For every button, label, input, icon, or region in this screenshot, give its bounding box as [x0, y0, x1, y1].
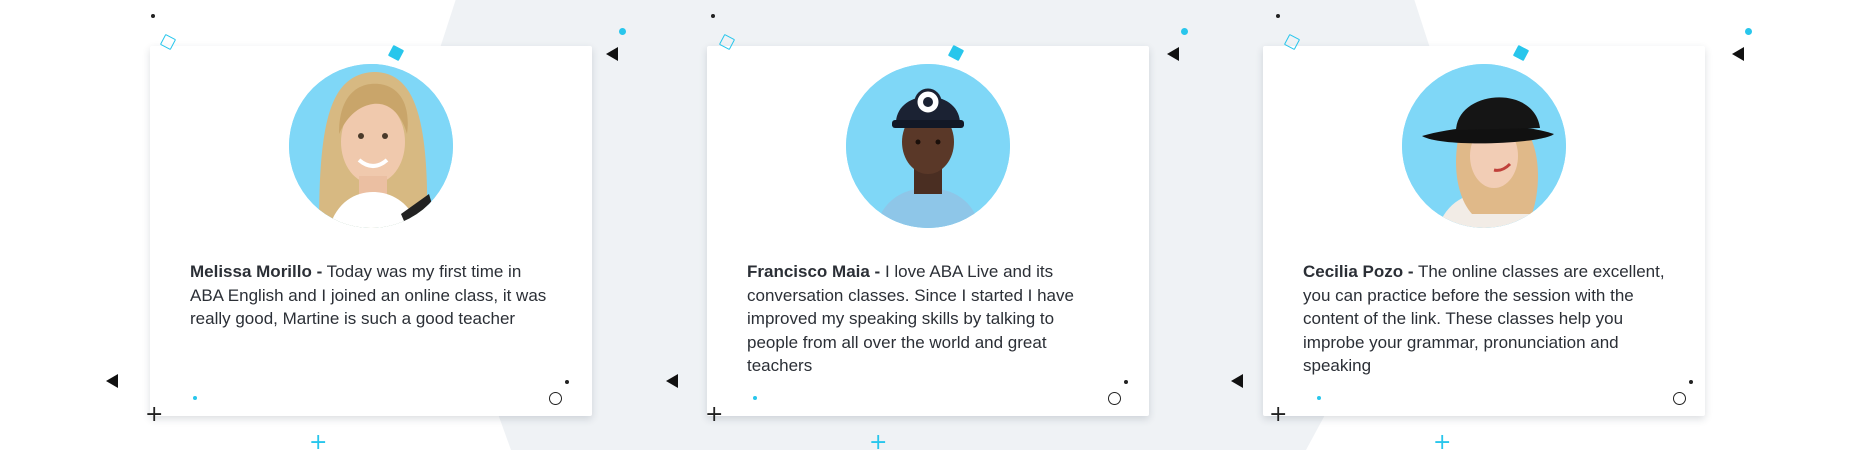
testimonial-quote: Cecilia Pozo - The online classes are ex…: [1303, 260, 1665, 378]
testimonial-author: Cecilia Pozo -: [1303, 262, 1414, 281]
avatar-francisco-photo: [846, 64, 1010, 228]
testimonial-card-francisco: Francisco Maia - I love ABA Live and its…: [707, 46, 1149, 416]
testimonial-quote: Melissa Morillo - Today was my first tim…: [190, 260, 552, 331]
avatar-melissa-photo: [289, 64, 453, 228]
testimonial-card-cecilia: Cecilia Pozo - The online classes are ex…: [1263, 46, 1705, 416]
decorative-plus-cyan: +: [309, 430, 328, 450]
decorative-plus-cyan: +: [1433, 430, 1452, 450]
decorative-triangle: [106, 374, 118, 388]
decorative-dot: [151, 14, 155, 18]
avatar-melissa: [289, 64, 453, 228]
testimonial-author: Melissa Morillo -: [190, 262, 323, 281]
avatar-cecilia: [1402, 64, 1566, 228]
testimonial-quote: Francisco Maia - I love ABA Live and its…: [747, 260, 1109, 378]
avatar-cecilia-photo: [1402, 64, 1566, 228]
testimonials-section: Melissa Morillo - Today was my first tim…: [0, 0, 1850, 450]
avatar-francisco: [846, 64, 1010, 228]
testimonial-card-melissa: Melissa Morillo - Today was my first tim…: [150, 46, 592, 416]
decorative-triangle: [1732, 47, 1744, 61]
testimonial-author: Francisco Maia -: [747, 262, 881, 281]
decorative-dot-cyan: [1745, 28, 1752, 35]
